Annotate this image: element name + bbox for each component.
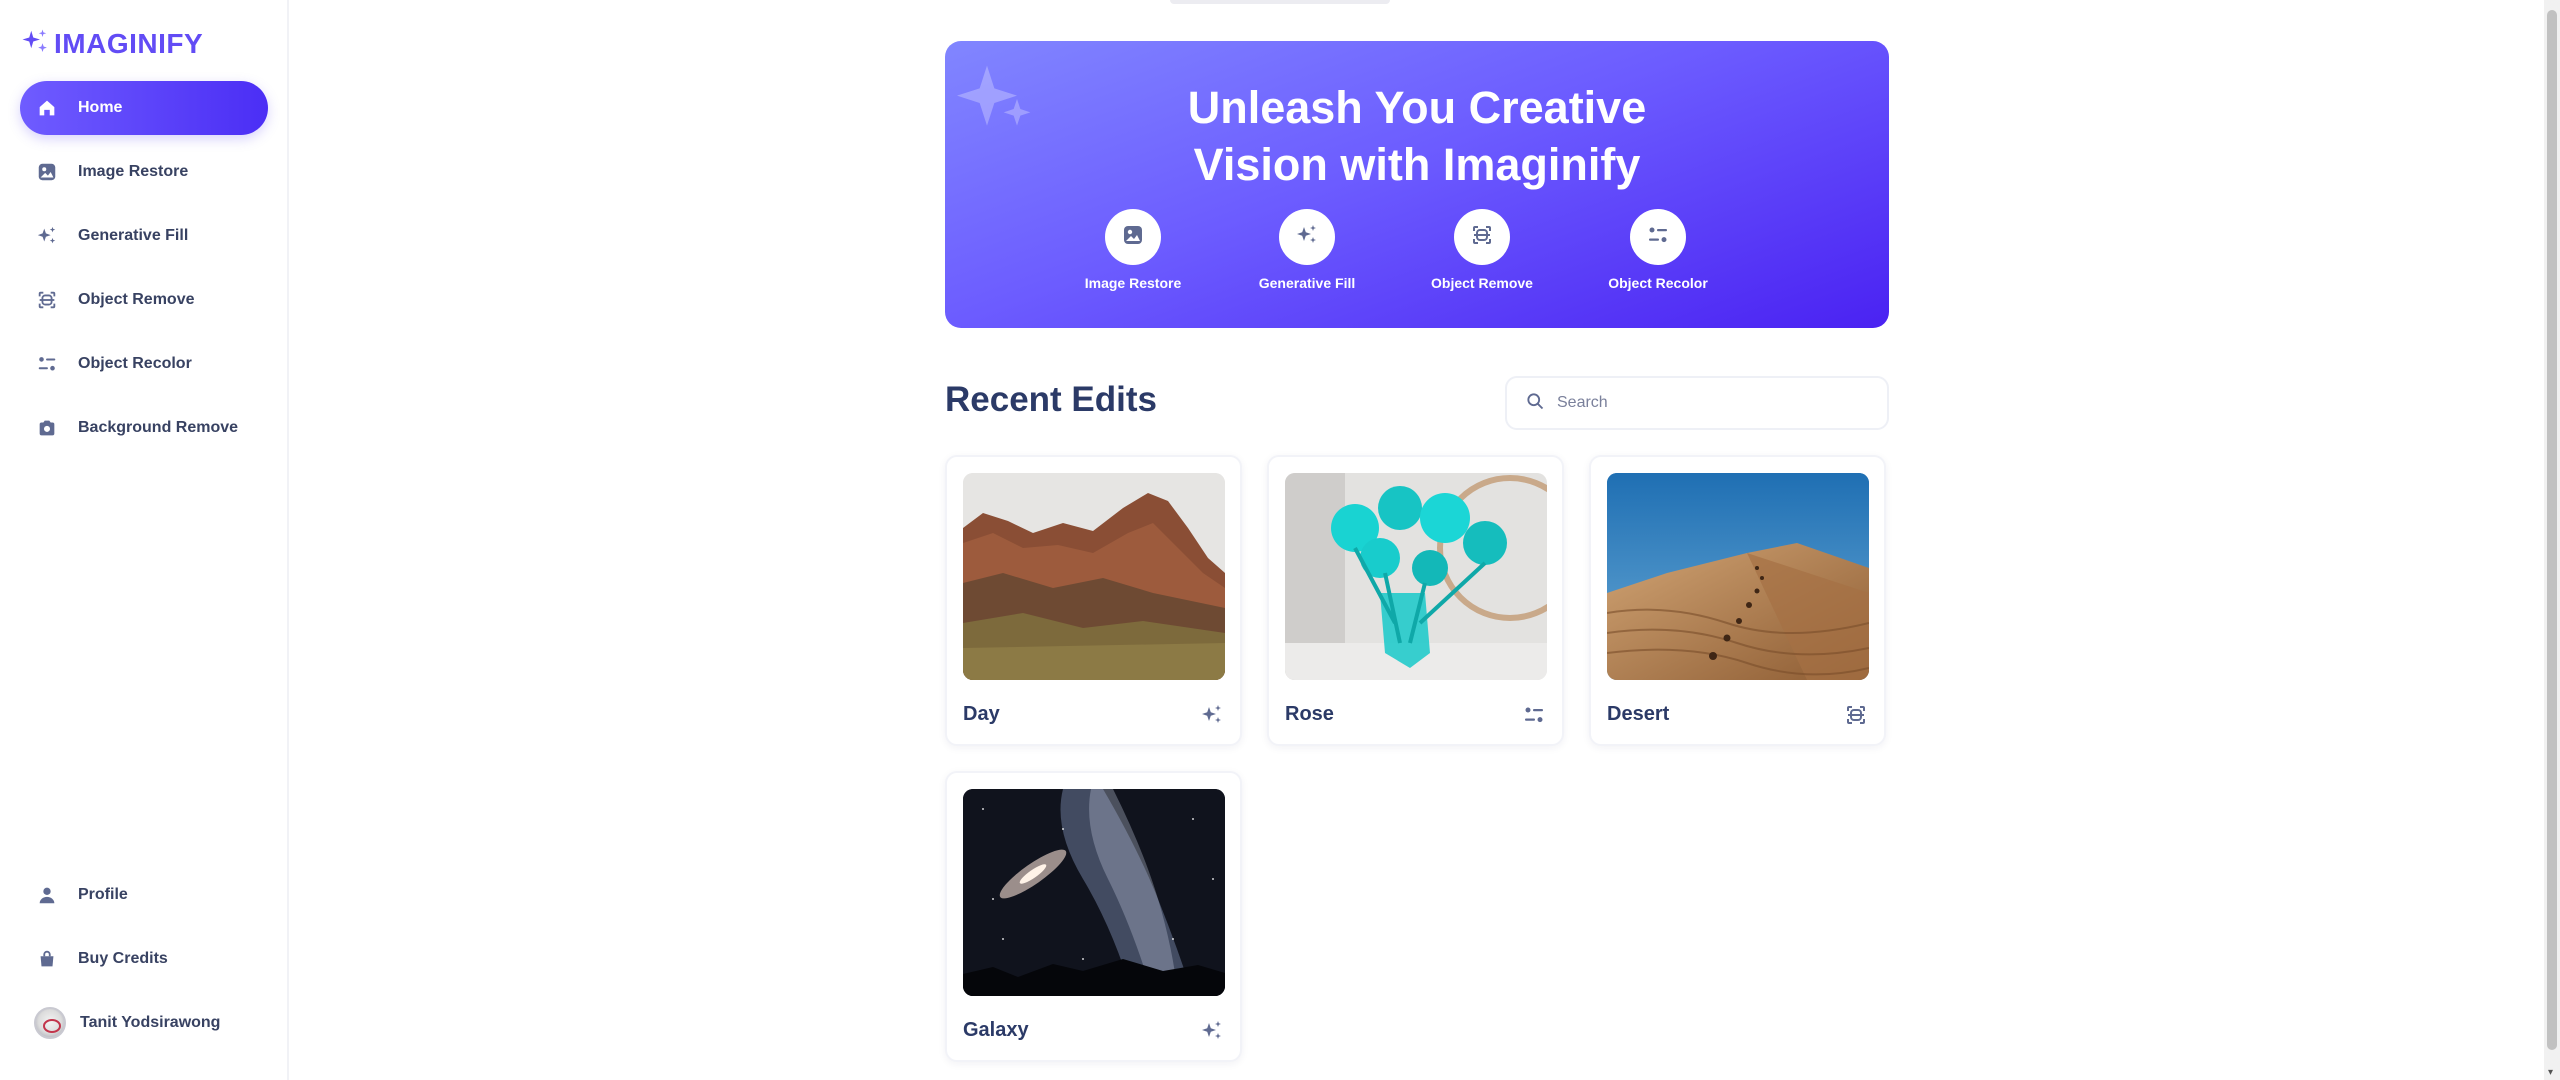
card-title: Galaxy bbox=[963, 1019, 1029, 1041]
filter-icon bbox=[36, 353, 58, 375]
recent-edits-title: Recent Edits bbox=[945, 380, 1157, 419]
image-icon bbox=[36, 161, 58, 183]
scroll-down-arrow-icon[interactable]: ▾ bbox=[2548, 1067, 2553, 1078]
banner-title-line-2: Vision with Imaginify bbox=[1193, 139, 1641, 190]
card-image[interactable] bbox=[963, 473, 1225, 680]
filter-icon bbox=[1522, 703, 1546, 727]
image-icon bbox=[1121, 223, 1145, 252]
logo[interactable]: IMAGINIFY bbox=[20, 24, 203, 64]
sidebar-item-generative-fill[interactable]: Generative Fill bbox=[20, 209, 268, 263]
sparkles-icon bbox=[1295, 223, 1319, 252]
user-name: Tanit Yodsirawong bbox=[80, 1014, 221, 1031]
tool-object-remove[interactable]: Object Remove bbox=[1412, 209, 1552, 291]
search-input[interactable] bbox=[1557, 394, 1877, 412]
banner-title: Unleash You Creative Vision with Imagini… bbox=[945, 79, 1889, 193]
card-title: Rose bbox=[1285, 703, 1334, 725]
search-box[interactable] bbox=[1505, 376, 1889, 430]
app-root: IMAGINIFY Home Image Restore Generative … bbox=[0, 0, 2560, 1080]
sidebar-item-label: Image Restore bbox=[78, 163, 189, 180]
sidebar-item-buy-credits[interactable]: Buy Credits bbox=[20, 932, 268, 986]
user-icon bbox=[36, 884, 58, 906]
edit-card-day[interactable]: Day bbox=[945, 455, 1242, 746]
tool-circle bbox=[1279, 209, 1335, 265]
card-image[interactable] bbox=[1607, 473, 1869, 680]
edit-card-desert[interactable]: Desert bbox=[1589, 455, 1886, 746]
top-tab-indicator bbox=[1170, 0, 1390, 4]
sidebar-item-object-remove[interactable]: Object Remove bbox=[20, 273, 268, 327]
tool-generative-fill[interactable]: Generative Fill bbox=[1237, 209, 1377, 291]
sidebar-item-label: Generative Fill bbox=[78, 227, 189, 244]
card-image[interactable] bbox=[1285, 473, 1547, 680]
filter-icon bbox=[1646, 223, 1670, 252]
user-menu[interactable]: Tanit Yodsirawong bbox=[20, 996, 268, 1050]
sidebar-bottom: Profile Buy Credits Tanit Yodsirawong bbox=[20, 868, 268, 1050]
tool-label: Object Remove bbox=[1431, 275, 1533, 291]
edit-card-galaxy[interactable]: Galaxy bbox=[945, 771, 1242, 1062]
sparkles-icon bbox=[1200, 703, 1224, 727]
sidebar-item-image-restore[interactable]: Image Restore bbox=[20, 145, 268, 199]
sidebar-item-label: Profile bbox=[78, 886, 128, 903]
scan-icon bbox=[1844, 703, 1868, 727]
edit-card-rose[interactable]: Rose bbox=[1267, 455, 1564, 746]
tool-label: Generative Fill bbox=[1258, 275, 1356, 291]
sparkles-icon bbox=[36, 225, 58, 247]
card-title: Desert bbox=[1607, 703, 1670, 725]
tool-object-recolor[interactable]: Object Recolor bbox=[1588, 209, 1728, 291]
card-image[interactable] bbox=[963, 789, 1225, 996]
scan-icon bbox=[36, 289, 58, 311]
sidebar-item-background-remove[interactable]: Background Remove bbox=[20, 401, 268, 455]
scrollbar-thumb[interactable] bbox=[2547, 10, 2557, 1050]
hero-banner: Unleash You Creative Vision with Imagini… bbox=[945, 41, 1889, 328]
sidebar-item-label: Buy Credits bbox=[78, 950, 168, 967]
bag-icon bbox=[36, 948, 58, 970]
sidebar: IMAGINIFY Home Image Restore Generative … bbox=[0, 0, 289, 1080]
sidebar-item-label: Background Remove bbox=[78, 419, 239, 436]
search-icon bbox=[1525, 391, 1545, 416]
tool-circle bbox=[1105, 209, 1161, 265]
scan-icon bbox=[1470, 223, 1494, 252]
sidebar-item-label: Home bbox=[78, 99, 123, 116]
sidebar-item-profile[interactable]: Profile bbox=[20, 868, 268, 922]
sidebar-item-home[interactable]: Home bbox=[20, 81, 268, 135]
card-title: Day bbox=[963, 703, 1000, 725]
banner-tools: Image Restore Generative Fill Object Rem… bbox=[945, 209, 1889, 299]
sidebar-item-label: Object Remove bbox=[78, 291, 195, 308]
sidebar-nav: Home Image Restore Generative Fill Objec… bbox=[20, 81, 268, 465]
tool-circle bbox=[1454, 209, 1510, 265]
home-icon bbox=[36, 97, 58, 119]
tool-label: Object Recolor bbox=[1608, 275, 1708, 291]
tool-label: Image Restore bbox=[1084, 275, 1182, 291]
sidebar-item-label: Object Recolor bbox=[78, 355, 192, 372]
banner-title-line-1: Unleash You Creative bbox=[1187, 82, 1647, 133]
avatar bbox=[34, 1007, 66, 1039]
camera-icon bbox=[36, 417, 58, 439]
logo-text: IMAGINIFY bbox=[54, 28, 204, 59]
sidebar-item-object-recolor[interactable]: Object Recolor bbox=[20, 337, 268, 391]
tool-image-restore[interactable]: Image Restore bbox=[1063, 209, 1203, 291]
tool-circle bbox=[1630, 209, 1686, 265]
page-scrollbar[interactable]: ▾ bbox=[2544, 0, 2560, 1080]
sparkles-icon bbox=[1200, 1019, 1224, 1043]
logo-sparkle-icon bbox=[20, 27, 50, 62]
